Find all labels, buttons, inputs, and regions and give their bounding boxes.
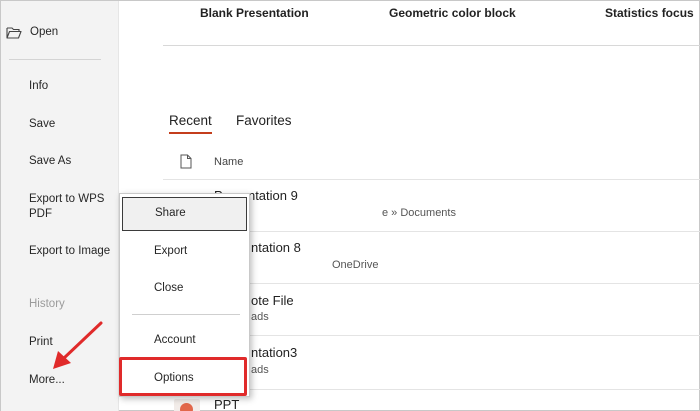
more-menu: Share Export Close Account Options [119, 193, 250, 397]
sidebar-item-history: History [29, 298, 65, 310]
document-icon [180, 154, 192, 169]
column-header-name[interactable]: Name [214, 156, 243, 168]
redaction-mask [248, 258, 332, 272]
sidebar-item-open[interactable]: Open [6, 25, 92, 40]
folder-open-icon [6, 26, 22, 40]
redaction-mask [248, 206, 382, 220]
sidebar-divider [9, 59, 101, 60]
file-path: ads [251, 364, 269, 376]
sidebar-item-export-wps-pdf[interactable]: Export to WPS PDF [29, 192, 115, 222]
menu-item-share[interactable]: Share [122, 197, 247, 231]
sidebar-item-save-as[interactable]: Save As [29, 154, 115, 169]
file-path: ads [251, 311, 269, 323]
sidebar-item-print[interactable]: Print [29, 335, 115, 350]
menu-item-export[interactable]: Export [120, 234, 249, 268]
template-statistics-focus[interactable]: Statistics focus [605, 6, 694, 20]
sidebar-item-more[interactable]: More... [29, 373, 115, 388]
file-name[interactable]: ntation 8 [251, 240, 301, 255]
file-path: e » Documents [382, 207, 456, 219]
file-path: OneDrive [332, 259, 379, 271]
file-name[interactable]: ote File [251, 293, 294, 308]
file-name[interactable]: ntation3 [251, 345, 297, 360]
menu-divider [132, 314, 240, 315]
template-geometric-color-block[interactable]: Geometric color block [389, 6, 516, 20]
sidebar-item-info[interactable]: Info [29, 79, 115, 94]
list-divider [163, 179, 700, 180]
file-name[interactable]: PPT [214, 397, 239, 411]
tab-recent[interactable]: Recent [169, 113, 212, 134]
menu-item-account[interactable]: Account [120, 323, 249, 357]
ppt-file-icon [174, 399, 200, 411]
sidebar-item-save[interactable]: Save [29, 117, 115, 132]
menu-item-options[interactable]: Options [120, 361, 249, 395]
sidebar: Open Info Save Save As Export to WPS PDF… [1, 1, 119, 411]
template-blank-presentation[interactable]: Blank Presentation [200, 6, 309, 20]
tab-favorites[interactable]: Favorites [236, 113, 292, 128]
templates-divider [163, 45, 700, 46]
sidebar-item-open-label: Open [30, 26, 59, 38]
sidebar-item-export-image[interactable]: Export to Image [29, 244, 115, 259]
menu-item-close[interactable]: Close [120, 271, 249, 305]
